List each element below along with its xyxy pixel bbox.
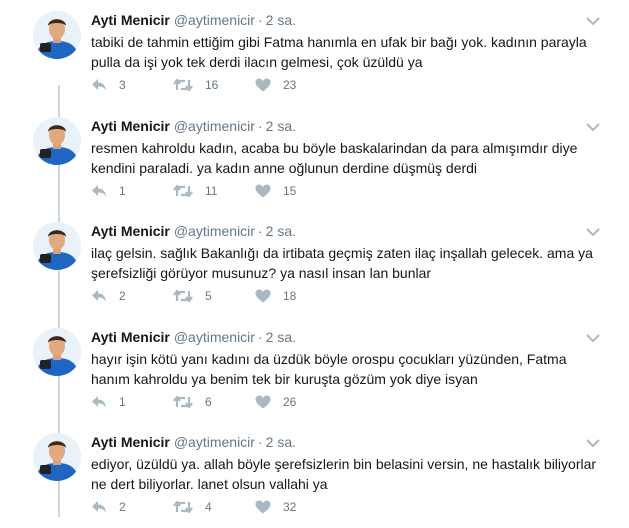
- heart-icon: [255, 395, 271, 409]
- heart-icon: [255, 78, 271, 92]
- display-name[interactable]: Ayti Menicir: [91, 434, 170, 450]
- retweet-button[interactable]: 11: [173, 181, 217, 201]
- heart-icon: [255, 289, 271, 303]
- like-count: 23: [283, 78, 297, 92]
- timestamp[interactable]: 2 sa.: [266, 12, 296, 28]
- user-handle[interactable]: @aytimenicir: [174, 329, 255, 345]
- reply-count: 3: [119, 78, 126, 92]
- retweet-count: 11: [205, 184, 218, 198]
- reply-button[interactable]: 3: [91, 75, 126, 95]
- reply-icon: [91, 395, 107, 409]
- reply-button[interactable]: 2: [91, 497, 126, 517]
- avatar[interactable]: [33, 117, 81, 165]
- timestamp[interactable]: 2 sa.: [266, 223, 296, 239]
- like-button[interactable]: 26: [255, 392, 296, 412]
- chevron-down-icon[interactable]: [586, 119, 600, 132]
- retweet-button[interactable]: 5: [173, 286, 212, 306]
- chevron-down-icon[interactable]: [586, 13, 600, 26]
- reply-icon: [91, 184, 107, 198]
- heart-icon: [255, 184, 271, 198]
- reply-count: 2: [119, 500, 126, 514]
- avatar[interactable]: [33, 433, 81, 481]
- user-handle[interactable]: @aytimenicir: [174, 12, 255, 28]
- tweet-text: resmen kahroldu kadın, acaba bu böyle ba…: [91, 140, 578, 176]
- like-button[interactable]: 15: [255, 181, 296, 201]
- chevron-down-icon[interactable]: [586, 224, 600, 237]
- reply-icon: [91, 78, 107, 92]
- like-count: 15: [283, 184, 297, 198]
- like-count: 26: [283, 395, 297, 409]
- display-name[interactable]: Ayti Menicir: [91, 329, 170, 345]
- retweet-count: 4: [205, 500, 212, 514]
- separator-dot: ·: [257, 12, 263, 28]
- tweet-text: hayır işin kötü yanı kadını da üzdük böy…: [91, 351, 567, 387]
- tweet-header: Ayti Menicir @aytimenicir · 2 sa.: [91, 434, 296, 450]
- avatar[interactable]: [33, 222, 81, 270]
- user-handle[interactable]: @aytimenicir: [174, 223, 255, 239]
- tweet-text: tabiki de tahmin ettiğim gibi Fatma hanı…: [91, 34, 587, 70]
- tweet[interactable]: Ayti Menicir @aytimenicir · 2 sa. tabiki de…: [0, 0, 629, 106]
- timestamp[interactable]: 2 sa.: [266, 434, 296, 450]
- tweet-header: Ayti Menicir @aytimenicir · 2 sa.: [91, 329, 296, 345]
- tweet-header: Ayti Menicir @aytimenicir · 2 sa.: [91, 223, 296, 239]
- tweet-text: ilaç gelsin. sağlık Bakanlığı da irtibat…: [91, 245, 593, 281]
- heart-icon: [255, 500, 271, 514]
- reply-button[interactable]: 2: [91, 286, 126, 306]
- avatar[interactable]: [33, 11, 81, 59]
- user-handle[interactable]: @aytimenicir: [174, 434, 255, 450]
- reply-count: 1: [119, 395, 126, 409]
- like-count: 18: [283, 289, 297, 303]
- chevron-down-icon[interactable]: [586, 435, 600, 448]
- display-name[interactable]: Ayti Menicir: [91, 223, 170, 239]
- retweet-button[interactable]: 6: [173, 392, 212, 412]
- timestamp[interactable]: 2 sa.: [266, 329, 296, 345]
- tweet[interactable]: Ayti Menicir @aytimenicir · 2 sa. ilaç gels…: [0, 211, 629, 317]
- retweet-count: 5: [205, 289, 212, 303]
- retweet-icon: [173, 289, 193, 303]
- separator-dot: ·: [257, 118, 263, 134]
- retweet-icon: [173, 395, 193, 409]
- retweet-icon: [173, 184, 193, 198]
- retweet-icon: [173, 500, 193, 514]
- reply-count: 2: [119, 289, 126, 303]
- retweet-button[interactable]: 4: [173, 497, 212, 517]
- separator-dot: ·: [257, 329, 263, 345]
- retweet-count: 6: [205, 395, 212, 409]
- reply-icon: [91, 289, 107, 303]
- display-name[interactable]: Ayti Menicir: [91, 118, 170, 134]
- tweet[interactable]: Ayti Menicir @aytimenicir · 2 sa. ediyor, ü…: [0, 422, 629, 528]
- retweet-count: 16: [205, 78, 219, 92]
- user-handle[interactable]: @aytimenicir: [174, 118, 255, 134]
- retweet-icon: [173, 78, 193, 92]
- tweet[interactable]: Ayti Menicir @aytimenicir · 2 sa. hayır işi…: [0, 317, 629, 423]
- reply-count: 1: [119, 184, 126, 198]
- reply-button[interactable]: 1: [91, 392, 126, 412]
- separator-dot: ·: [257, 223, 263, 239]
- like-button[interactable]: 23: [255, 75, 296, 95]
- like-button[interactable]: 18: [255, 286, 296, 306]
- display-name[interactable]: Ayti Menicir: [91, 12, 170, 28]
- tweet-header: Ayti Menicir @aytimenicir · 2 sa.: [91, 12, 296, 28]
- like-count: 32: [283, 500, 297, 514]
- tweet-text: ediyor, üzüldü ya. allah böyle şerefsizl…: [91, 456, 597, 492]
- reply-button[interactable]: 1: [91, 181, 126, 201]
- retweet-button[interactable]: 16: [173, 75, 218, 95]
- like-button[interactable]: 32: [255, 497, 296, 517]
- tweet-header: Ayti Menicir @aytimenicir · 2 sa.: [91, 118, 296, 134]
- avatar[interactable]: [33, 328, 81, 376]
- separator-dot: ·: [257, 434, 263, 450]
- timestamp[interactable]: 2 sa.: [266, 118, 296, 134]
- tweet[interactable]: Ayti Menicir @aytimenicir · 2 sa. resmen ka…: [0, 106, 629, 212]
- reply-icon: [91, 500, 107, 514]
- chevron-down-icon[interactable]: [586, 330, 600, 343]
